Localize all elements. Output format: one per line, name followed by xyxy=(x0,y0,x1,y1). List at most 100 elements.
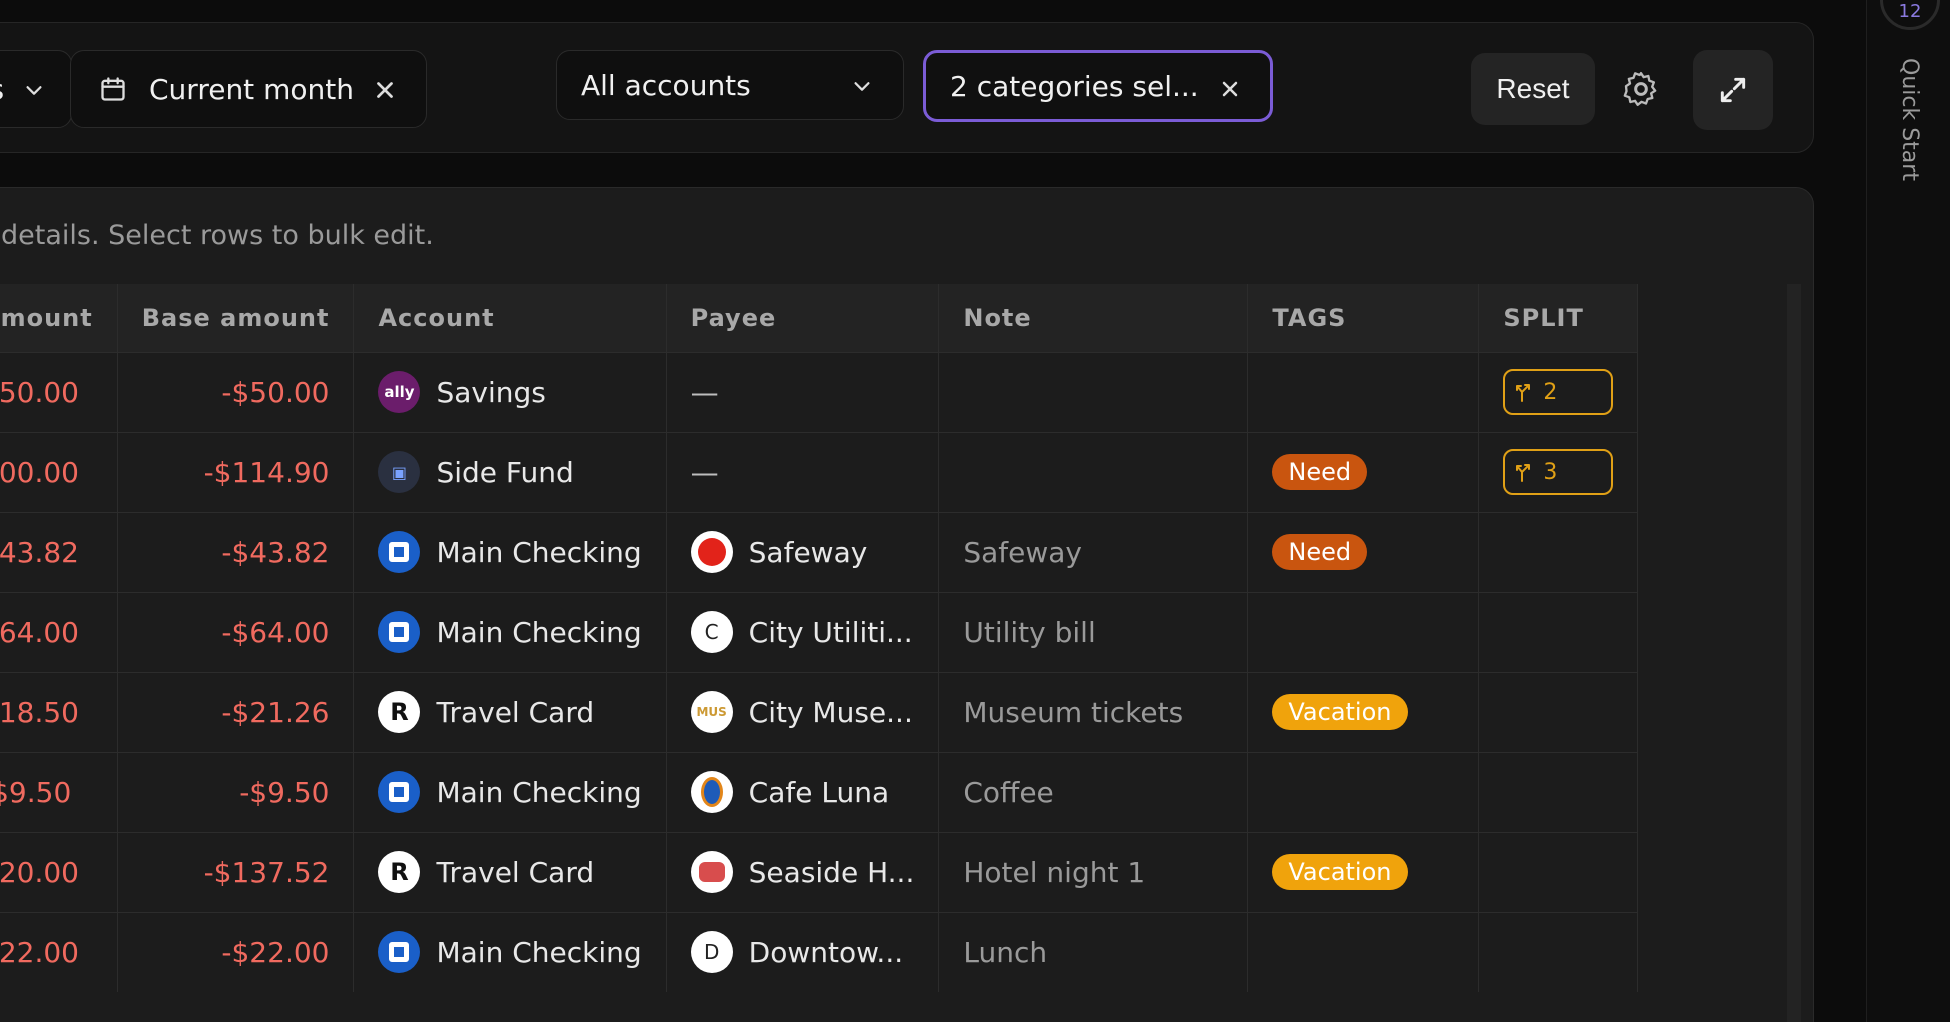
account-name: Savings xyxy=(436,375,546,409)
split-cell[interactable] xyxy=(1478,511,1639,592)
split-badge[interactable]: 3 xyxy=(1503,449,1614,495)
categories-filter[interactable]: 2 categories sel... xyxy=(923,50,1273,122)
payee-name: — xyxy=(690,455,719,489)
table-header-row: Amount Base amount Account Payee Note TA… xyxy=(0,284,1639,352)
tags-cell[interactable] xyxy=(1247,751,1480,832)
note-cell[interactable]: Hotel night 1 xyxy=(938,831,1249,912)
date-range-filter[interactable]: Current month xyxy=(70,50,427,128)
amount-cell[interactable]: 120.00 xyxy=(0,831,118,912)
note-cell[interactable]: Coffee xyxy=(938,751,1249,832)
transactions-table-card: details. Select rows to bulk edit. Amoun… xyxy=(0,187,1814,1022)
account-cell[interactable]: Main Checking xyxy=(353,751,667,832)
split-cell[interactable] xyxy=(1478,831,1639,912)
split-badge[interactable]: 2 xyxy=(1503,369,1614,415)
table-row[interactable]: €18.50 -$21.26 R Travel Card MUS City Muse… xyxy=(0,671,1639,752)
account-cell[interactable]: ally Savings xyxy=(353,351,667,432)
note-cell[interactable]: Utility bill xyxy=(938,591,1249,672)
transactions-table: Amount Base amount Account Payee Note TA… xyxy=(0,284,1639,992)
split-cell[interactable] xyxy=(1478,751,1639,832)
payee-cell[interactable]: D Downtow... xyxy=(666,911,940,992)
tags-cell[interactable] xyxy=(1247,591,1480,672)
amount-cell[interactable]: €18.50 xyxy=(0,671,118,752)
split-cell[interactable] xyxy=(1478,591,1639,672)
account-cell[interactable]: R Travel Card xyxy=(353,831,667,912)
payee-cell[interactable]: Seaside H... xyxy=(666,831,940,912)
expand-button[interactable] xyxy=(1693,50,1773,130)
tags-cell[interactable] xyxy=(1247,351,1480,432)
expand-icon xyxy=(1720,77,1746,103)
amount-cell[interactable]: $64.00 xyxy=(0,591,118,672)
tags-cell[interactable]: Need xyxy=(1247,511,1480,592)
filter-dropdown[interactable]: rs xyxy=(0,50,72,128)
payee-cell[interactable]: MUS City Muse... xyxy=(666,671,940,752)
amount-cell[interactable]: $22.00 xyxy=(0,911,118,992)
split-cell[interactable]: 3 xyxy=(1478,431,1639,512)
clear-categories-icon[interactable] xyxy=(1218,77,1242,101)
account-name: Travel Card xyxy=(436,855,595,889)
table-row[interactable]: $22.00 -$22.00 Main Checking D Downtow...… xyxy=(0,911,1639,992)
tag-need[interactable]: Need xyxy=(1272,454,1368,490)
tag-vacation[interactable]: Vacation xyxy=(1272,694,1408,730)
chevron-down-icon xyxy=(26,86,42,95)
note-cell[interactable]: Museum tickets xyxy=(938,671,1249,752)
note-cell[interactable]: Lunch xyxy=(938,911,1249,992)
header-split[interactable]: SPLIT xyxy=(1478,284,1639,352)
split-cell[interactable]: 2 xyxy=(1478,351,1639,432)
account-cell[interactable]: Main Checking xyxy=(353,511,667,592)
account-cell[interactable]: R Travel Card xyxy=(353,671,667,752)
progress-badge[interactable]: 12 xyxy=(1880,0,1940,30)
payee-cell[interactable]: — xyxy=(666,431,940,512)
split-cell[interactable] xyxy=(1478,671,1639,752)
header-base-amount[interactable]: Base amount xyxy=(117,284,355,352)
revolut-logo-icon: R xyxy=(378,691,421,733)
amount-cell[interactable]: $43.82 xyxy=(0,511,118,592)
quick-start-label[interactable]: Quick Start xyxy=(1897,58,1922,181)
payee-name: Safeway xyxy=(748,535,868,569)
tags-cell[interactable]: Vacation xyxy=(1247,831,1480,912)
gear-icon[interactable] xyxy=(1621,69,1661,109)
tags-cell[interactable]: Vacation xyxy=(1247,671,1480,752)
tags-cell[interactable] xyxy=(1247,911,1480,992)
table-row[interactable]: -$9.50 -$9.50 Main Checking Cafe Luna Co… xyxy=(0,751,1639,832)
payee-name: Downtow... xyxy=(748,935,904,969)
accounts-dropdown[interactable]: All accounts xyxy=(556,50,904,120)
calendar-icon xyxy=(101,77,125,101)
account-cell[interactable]: Main Checking xyxy=(353,911,667,992)
header-account[interactable]: Account xyxy=(353,284,667,352)
header-payee[interactable]: Payee xyxy=(666,284,940,352)
clear-date-icon[interactable] xyxy=(372,77,398,103)
table-row[interactable]: $50.00 -$50.00 ally Savings — 2 xyxy=(0,351,1639,432)
payee-cell[interactable]: Cafe Luna xyxy=(666,751,940,832)
account-cell[interactable]: ▣ Side Fund xyxy=(353,431,667,512)
note-cell[interactable]: Safeway xyxy=(938,511,1249,592)
header-amount[interactable]: Amount xyxy=(0,284,118,352)
table-row[interactable]: 120.00 -$137.52 R Travel Card Seaside H..… xyxy=(0,831,1639,912)
payee-cell[interactable]: — xyxy=(666,351,940,432)
payee-name: — xyxy=(690,375,719,409)
header-tags[interactable]: TAGS xyxy=(1247,284,1480,352)
amount-cell[interactable]: -$9.50 xyxy=(0,751,118,832)
payee-name: Seaside H... xyxy=(748,855,915,889)
note-cell[interactable] xyxy=(938,351,1249,432)
tag-vacation[interactable]: Vacation xyxy=(1272,854,1408,890)
table-row[interactable]: $43.82 -$43.82 Main Checking Safeway Saf… xyxy=(0,511,1639,592)
split-cell[interactable] xyxy=(1478,911,1639,992)
tag-need[interactable]: Need xyxy=(1272,534,1368,570)
amount-cell[interactable]: 100.00 xyxy=(0,431,118,512)
museum-logo-icon: MUS xyxy=(690,691,733,733)
table-row[interactable]: 100.00 -$114.90 ▣ Side Fund — Need 3 xyxy=(0,431,1639,512)
amount-cell[interactable]: $50.00 xyxy=(0,351,118,432)
chevron-down-icon xyxy=(854,82,870,91)
note-cell[interactable] xyxy=(938,431,1249,512)
split-icon xyxy=(1516,384,1531,402)
tags-cell[interactable]: Need xyxy=(1247,431,1480,512)
account-name: Side Fund xyxy=(436,455,574,489)
header-note[interactable]: Note xyxy=(938,284,1249,352)
table-scrollbar[interactable] xyxy=(1787,284,1801,1022)
split-count: 3 xyxy=(1543,459,1558,485)
account-cell[interactable]: Main Checking xyxy=(353,591,667,672)
payee-cell[interactable]: Safeway xyxy=(666,511,940,592)
reset-button[interactable]: Reset xyxy=(1471,53,1595,125)
table-row[interactable]: $64.00 -$64.00 Main Checking C City Utili… xyxy=(0,591,1639,672)
payee-cell[interactable]: C City Utiliti... xyxy=(666,591,940,672)
